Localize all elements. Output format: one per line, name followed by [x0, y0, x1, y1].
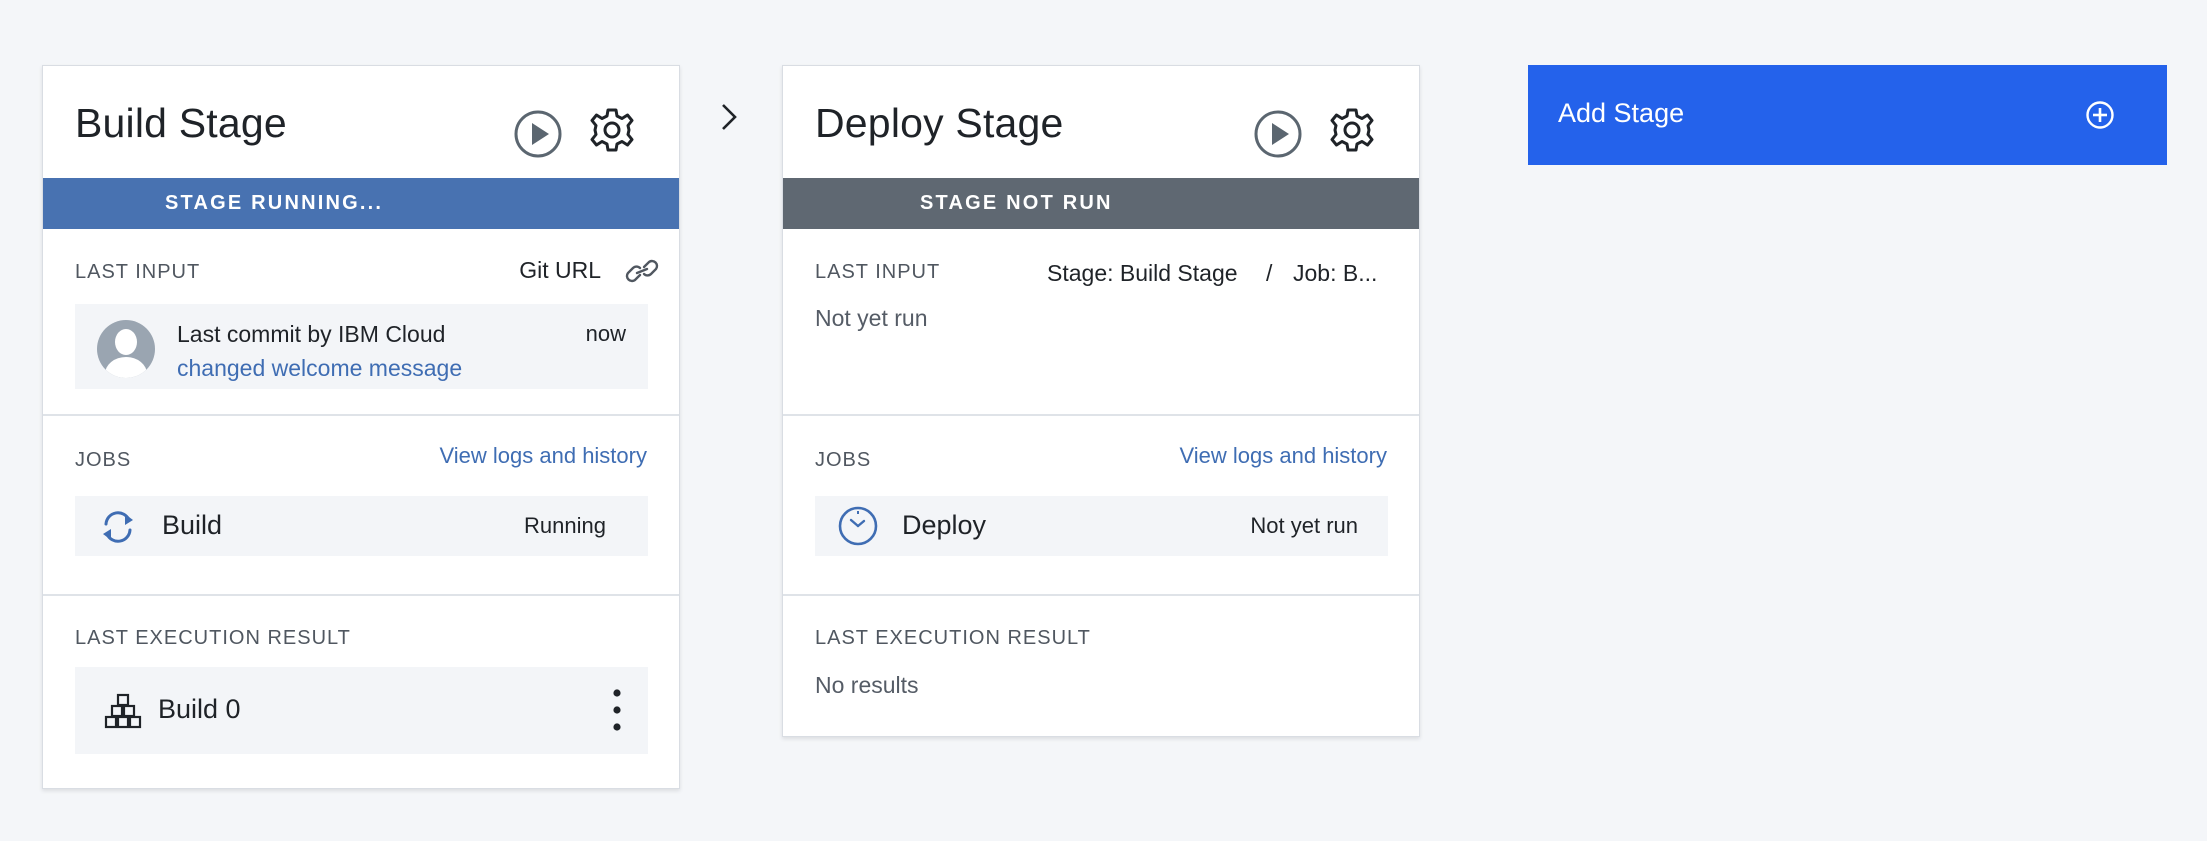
git-url-link[interactable]: Git URL	[519, 257, 601, 284]
last-input-value: Not yet run	[815, 305, 928, 331]
job-name: Build	[162, 510, 223, 540]
job-status: Not yet run	[1250, 513, 1358, 538]
build-artifact-icon	[104, 693, 142, 729]
clock-icon	[838, 506, 878, 546]
run-stage-button[interactable]	[513, 109, 563, 159]
last-input-section: LAST INPUT Stage: Build Stage / Job: B..…	[783, 229, 1419, 416]
last-input-label: LAST INPUT	[75, 261, 201, 283]
build-stage-card: Build Stage STAGE RUNNING... LAST INPUT …	[42, 65, 680, 789]
commit-tile: Last commit by IBM Cloud now changed wel…	[75, 304, 648, 389]
stage-settings-button[interactable]	[1326, 104, 1378, 156]
execution-result-value: No results	[815, 672, 919, 698]
deploy-stage-title: Deploy Stage	[815, 100, 1064, 146]
job-row[interactable]: Deploy Not yet run	[815, 496, 1388, 556]
execution-result-tile[interactable]: Build 0	[75, 667, 648, 754]
chevron-right-icon	[722, 104, 737, 130]
run-stage-button[interactable]	[1253, 109, 1303, 159]
stage-settings-button[interactable]	[586, 104, 638, 156]
jobs-section: JOBS View logs and history Deploy Not ye…	[783, 416, 1419, 596]
add-stage-label: Add Stage	[1558, 98, 1685, 128]
commit-author: Last commit by IBM Cloud	[177, 321, 446, 347]
avatar	[97, 320, 155, 378]
add-stage-button[interactable]: Add Stage	[1528, 65, 2167, 165]
view-logs-link[interactable]: View logs and history	[1180, 443, 1388, 469]
jobs-section: JOBS View logs and history Build Running	[43, 416, 679, 596]
job-name: Deploy	[902, 510, 987, 540]
job-row[interactable]: Build Running	[75, 496, 648, 556]
jobs-label: JOBS	[815, 449, 872, 471]
refresh-icon	[103, 511, 133, 543]
build-stage-header: Build Stage	[43, 66, 679, 178]
add-icon	[2086, 101, 2114, 129]
input-source-job: Job: B...	[1293, 260, 1378, 286]
last-execution-label: LAST EXECUTION RESULT	[815, 627, 1091, 649]
play-icon	[1254, 110, 1302, 158]
last-execution-section: LAST EXECUTION RESULT Build 0	[43, 596, 679, 786]
play-icon	[514, 110, 562, 158]
job-status: Running	[524, 513, 606, 538]
last-input-label: LAST INPUT	[815, 261, 941, 283]
execution-result-name: Build 0	[158, 694, 241, 724]
last-execution-section: LAST EXECUTION RESULT No results	[783, 596, 1419, 736]
input-source-stage: Stage: Build Stage	[1047, 260, 1238, 286]
deploy-stage-header: Deploy Stage	[783, 66, 1419, 178]
overflow-menu-button[interactable]	[612, 683, 622, 737]
commit-time: now	[585, 321, 626, 346]
build-stage-title: Build Stage	[75, 100, 287, 146]
deploy-stage-card: Deploy Stage STAGE NOT RUN LAST INPUT St…	[782, 65, 1420, 737]
commit-message-link[interactable]: changed welcome message	[177, 355, 462, 382]
breadcrumb-separator: /	[1266, 260, 1273, 286]
gear-icon	[1330, 108, 1374, 152]
view-logs-link[interactable]: View logs and history	[440, 443, 648, 469]
last-execution-label: LAST EXECUTION RESULT	[75, 627, 351, 649]
last-input-section: LAST INPUT Git URL Last commit by IBM Cl…	[43, 229, 679, 416]
gear-icon	[590, 108, 634, 152]
stage-status-banner: STAGE NOT RUN	[783, 178, 1419, 229]
stage-status-banner: STAGE RUNNING...	[43, 178, 679, 229]
link-icon[interactable]	[625, 257, 659, 285]
jobs-label: JOBS	[75, 449, 132, 471]
more-vertical-icon	[613, 689, 621, 731]
